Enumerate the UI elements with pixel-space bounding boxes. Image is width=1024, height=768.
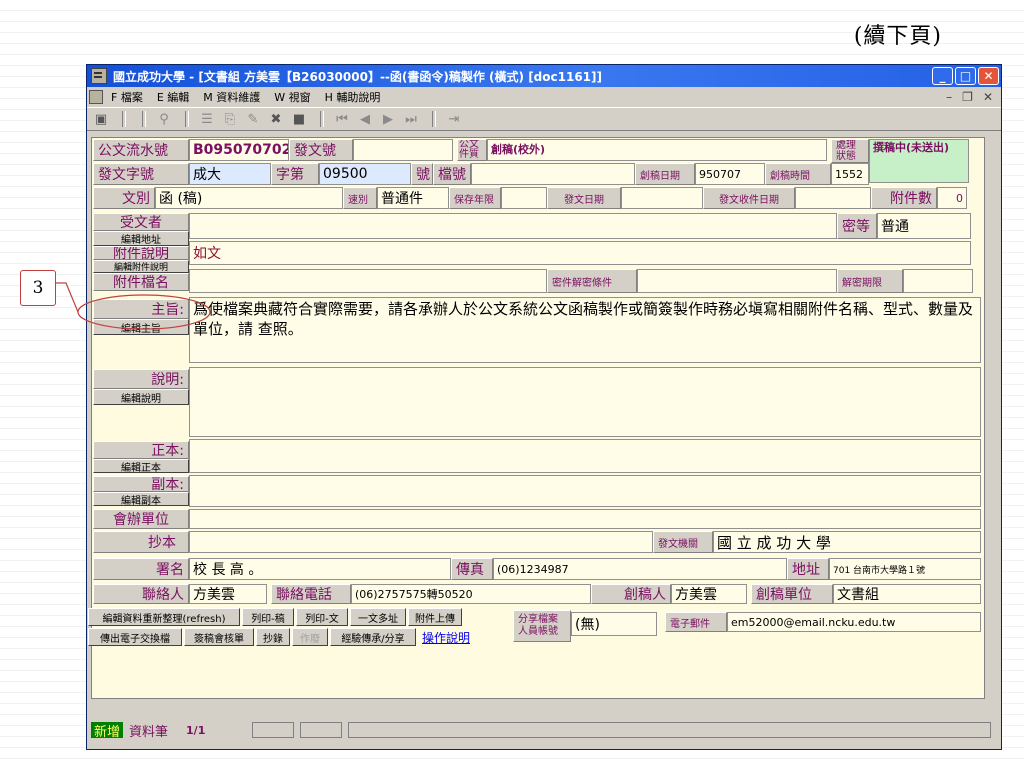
callout-ellipse — [77, 294, 211, 330]
callout-annotation — [54, 282, 211, 330]
callout-line — [54, 282, 79, 313]
callout-number: 3 — [20, 270, 56, 306]
